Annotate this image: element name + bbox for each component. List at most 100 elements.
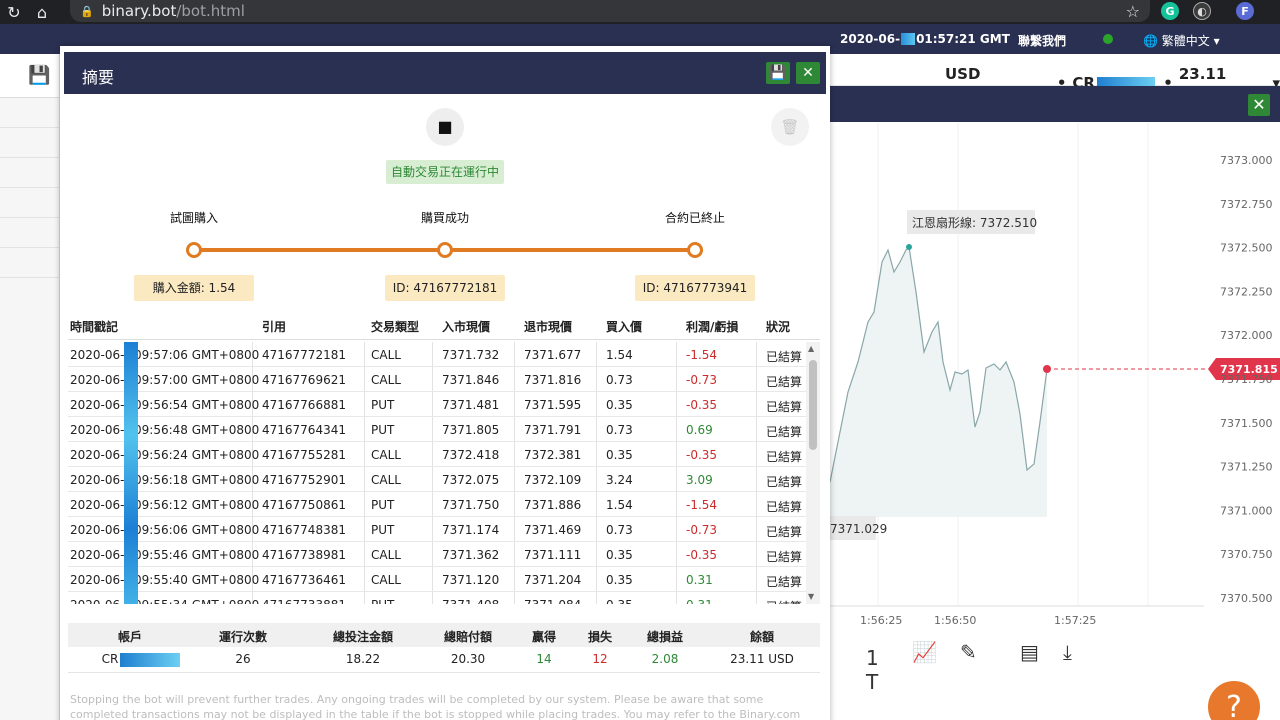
table-row: 2020-06- 09:55:40 GMT+0800 47167736461 CALL… xyxy=(68,567,814,592)
cell-pl: -0.73 xyxy=(686,373,718,387)
sum-payout: 20.30 xyxy=(450,652,486,666)
y-tick-label: 7371.500 xyxy=(1220,417,1273,430)
url-host: binary.bot xyxy=(101,2,177,20)
step-label-closed: 合約已終止 xyxy=(664,211,725,225)
language-label: 繁體中文 xyxy=(1161,34,1210,48)
grammarly-extension-icon[interactable]: G xyxy=(1161,2,1179,20)
trades-scrollbar[interactable]: ▲ ▼ xyxy=(806,342,820,604)
cell-exit: 7372.381 xyxy=(524,448,582,462)
y-tick-label: 7371.000 xyxy=(1220,504,1273,517)
save-icon[interactable]: 💾 xyxy=(28,65,50,86)
step-dot-attempt xyxy=(186,242,202,258)
cell-pl: -1.54 xyxy=(686,498,718,512)
cell-type: PUT xyxy=(371,423,395,437)
cell-buy: 0.35 xyxy=(606,448,633,462)
price-chart[interactable]: 江恩扇形線: 7372.510 7371.029 7371.815 7373.0… xyxy=(828,122,1280,632)
sum-profit: 2.08 xyxy=(651,652,679,666)
dialog-title: 摘要 xyxy=(82,68,115,87)
chart-toolbar: 1 T 📈 ✎ ▤ ⤓ xyxy=(866,640,1072,694)
y-tick-label: 7370.500 xyxy=(1220,592,1273,605)
cell-exit: 7371.204 xyxy=(524,573,582,587)
cell-time: 09:56:48 GMT+0800 xyxy=(134,423,260,437)
cell-date: 2020-06- xyxy=(70,523,125,537)
cell-buy: 0.73 xyxy=(606,373,633,387)
cell-entry: 7371.846 xyxy=(442,373,500,387)
col-trade-type: 交易類型 xyxy=(371,320,420,334)
cell-status: 已結算 xyxy=(766,475,803,489)
trades-table-header: 時間戳記 引用 交易類型 入市現價 退市現價 買入價 利潤/虧損 狀況 xyxy=(68,318,820,340)
cell-date: 2020-06- xyxy=(70,398,125,412)
cell-ref: 47167733881 xyxy=(262,598,346,604)
reload-icon[interactable]: ↻ xyxy=(0,3,28,22)
sum-col-payout: 總賠付額 xyxy=(443,630,492,644)
y-tick-label: 7372.750 xyxy=(1220,198,1273,211)
y-tick-label: 7371.250 xyxy=(1220,461,1273,474)
y-tick-label: 7372.500 xyxy=(1220,242,1273,255)
sum-col-profit: 總損益 xyxy=(646,630,683,644)
cell-time: 09:57:06 GMT+0800 xyxy=(134,348,260,362)
cell-buy: 1.54 xyxy=(606,348,633,362)
cell-entry: 7371.732 xyxy=(442,348,500,362)
home-icon[interactable]: ⌂ xyxy=(28,3,56,22)
table-row: 2020-06- 09:56:18 GMT+0800 47167752901 CALL… xyxy=(68,467,814,492)
cell-date: 2020-06- xyxy=(70,548,125,562)
connection-status-icon xyxy=(1103,34,1113,44)
drawing-pencil-icon[interactable]: ✎ xyxy=(960,640,977,664)
cell-ref: 47167750861 xyxy=(262,498,346,512)
cell-pl: 0.31 xyxy=(686,573,713,587)
sum-col-account: 帳戶 xyxy=(117,630,142,644)
address-bar[interactable]: 🔒 binary.bot/bot.html ☆ xyxy=(70,0,1150,22)
server-clock: 01:57:21 GMT xyxy=(916,32,1010,46)
table-row: 2020-06- 09:55:34 GMT+080047167733881 PUT 7… xyxy=(68,592,814,604)
cell-type: PUT xyxy=(371,523,395,537)
high-point-dot xyxy=(906,244,912,250)
high-label-text: 江恩扇形線: 7372.510 xyxy=(912,215,1037,230)
cell-type: CALL xyxy=(371,373,401,387)
summary-dialog: 摘要 💾 ✕ ■ 🗑 自動交易正在運行中 試圖購入 購買成功 合約已終止 購入金… xyxy=(60,46,830,720)
cell-time: 09:56:12 GMT+0800 xyxy=(134,498,260,512)
extension-icon[interactable]: ◐ xyxy=(1193,2,1211,20)
cell-buy: 3.24 xyxy=(606,473,633,487)
download-icon[interactable]: ⤓ xyxy=(1063,640,1072,664)
y-tick-label: 7373.000 xyxy=(1220,154,1273,167)
step-dot-closed xyxy=(687,242,703,258)
clear-log-button[interactable]: 🗑 xyxy=(771,108,809,146)
cell-type: PUT xyxy=(371,398,395,412)
step-info-sell-id: ID: 47167773941 xyxy=(635,275,755,301)
cell-pl: -0.73 xyxy=(686,523,718,537)
indicator-icon[interactable]: 📈 xyxy=(912,640,937,664)
scrollbar-thumb[interactable] xyxy=(809,360,817,450)
trades-table[interactable]: 2020-06- 09:57:06 GMT+0800 47167772181 CALL… xyxy=(68,342,814,604)
cell-date: 2020-06- xyxy=(70,498,125,512)
save-summary-button[interactable]: 💾 xyxy=(766,62,790,84)
contact-us-link[interactable]: 聯繫我們 xyxy=(1018,32,1066,49)
dialog-header: 摘要 💾 ✕ xyxy=(64,52,826,94)
cell-status: 已結算 xyxy=(766,450,803,464)
redacted-mask xyxy=(124,342,138,604)
table-row: 2020-06- 09:55:46 GMT+0800 47167738981 CALL… xyxy=(68,542,814,567)
cell-buy: 0.73 xyxy=(606,423,633,437)
redacted-mask xyxy=(120,653,180,667)
account-bar: USD Account • CR • 23.11 USD ▾ xyxy=(828,54,1280,101)
step-info-amount: 購入金額: 1.54 xyxy=(134,275,254,301)
table-row: 2020-06- 09:56:54 GMT+0800 47167766881 PUT 7… xyxy=(68,392,814,417)
cell-buy: 0.35 xyxy=(606,573,633,587)
col-entry-spot: 入市現價 xyxy=(442,320,491,334)
url-path: /bot.html xyxy=(176,2,245,20)
summary-table-header: 帳戶 運行次數 總投注金額 總賠付額 贏得 損失 總損益 餘額 xyxy=(68,623,820,647)
cell-status: 已結算 xyxy=(766,350,803,364)
lock-icon: 🔒 xyxy=(80,4,94,18)
language-selector[interactable]: 🌐 繁體中文 ▾ xyxy=(1143,32,1220,49)
chart-type-icon[interactable]: ▤ xyxy=(1020,640,1039,664)
cell-type: PUT xyxy=(371,498,395,512)
dialog-close-button[interactable]: ✕ xyxy=(796,62,820,84)
sum-wins: 14 xyxy=(536,652,552,666)
stop-bot-button[interactable]: ■ xyxy=(426,108,464,146)
redacted-mask xyxy=(901,33,916,45)
bookmark-star-icon[interactable]: ☆ xyxy=(1126,2,1140,21)
cell-time: 09:55:34 GMT+0800 xyxy=(134,598,259,604)
profile-avatar[interactable]: F xyxy=(1236,2,1254,20)
cell-time: 09:56:54 GMT+0800 xyxy=(134,398,260,412)
chart-close-button[interactable]: ✕ xyxy=(1248,94,1270,116)
cell-ref: 47167738981 xyxy=(262,548,346,562)
